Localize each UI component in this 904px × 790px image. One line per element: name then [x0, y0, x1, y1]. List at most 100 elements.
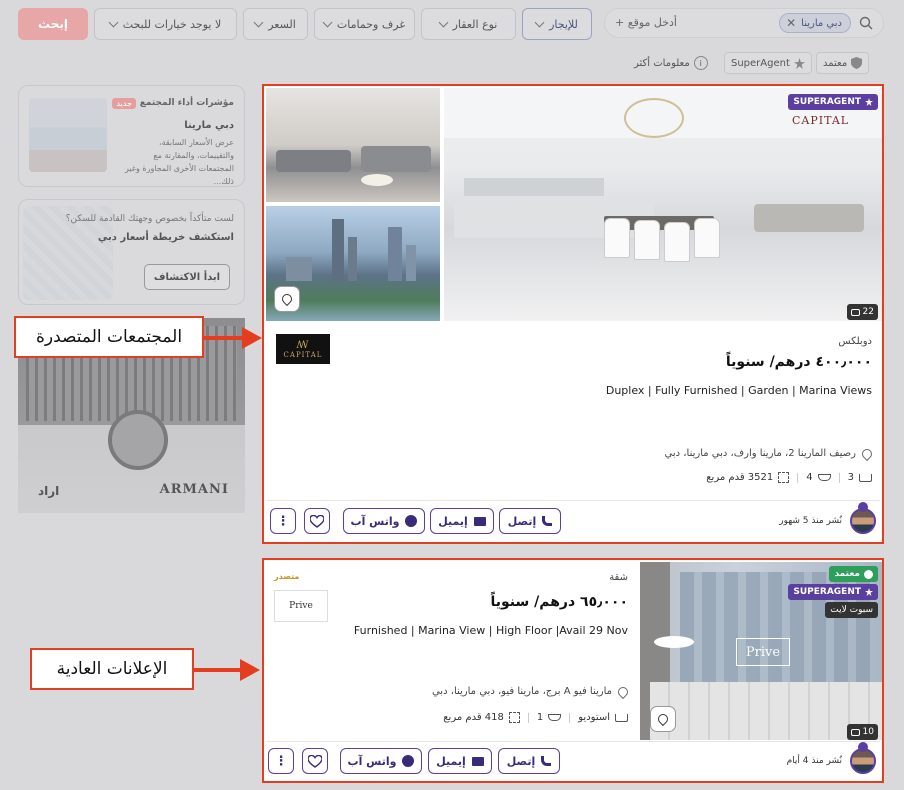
chevron-down-icon [322, 17, 333, 27]
call-button-label: إتصل [506, 754, 536, 768]
purpose-filter-label: للإيجار [549, 17, 578, 31]
search-button[interactable]: إبحث [18, 8, 88, 40]
superagent-badge: SUPERAGENT [788, 584, 878, 600]
listing-title[interactable]: Furnished | Marina View | High Floor |Av… [354, 624, 628, 637]
superagent-badge-label: SUPERAGENT [793, 587, 861, 597]
listing-specs: استوديو 1 418 قدم مربع [443, 712, 628, 723]
more-info-link[interactable]: i معلومات أكثر [634, 52, 708, 74]
location-chip-label: دبي مارينا [801, 17, 842, 29]
photo-count: 22 [846, 304, 878, 320]
new-badge: جديد [112, 98, 136, 109]
listing-main-photo[interactable]: CAPITAL SUPERAGENT 22 [444, 88, 882, 321]
email-button[interactable]: إيميل [430, 508, 494, 534]
verified-filter[interactable]: معتمد [816, 52, 870, 74]
price-filter[interactable]: السعر [243, 8, 308, 40]
map-view-button[interactable] [274, 286, 300, 312]
photo-count: 10 [846, 724, 878, 740]
listing-location: مارينا فيو A برج، مارينا فيو، دبي مارينا… [431, 684, 631, 699]
listing-photo[interactable] [266, 88, 440, 202]
whatsapp-button[interactable]: واتس آب [340, 748, 422, 774]
camera-icon [850, 728, 860, 736]
chevron-down-icon [534, 17, 545, 27]
listing-card-featured[interactable]: CAPITAL SUPERAGENT 22 ꟿ CAPITAL دوبلكس ٤٠… [262, 84, 884, 544]
superagent-badge: SUPERAGENT [788, 94, 878, 110]
location-pin-icon [655, 711, 671, 727]
community-insights-card[interactable]: مؤشرات أداء المجتمع جديد دبي مارينا عرض … [18, 85, 245, 187]
star-icon [865, 588, 873, 596]
purpose-filter[interactable]: للإيجار [522, 8, 592, 40]
listing-photo[interactable] [266, 206, 440, 321]
location-search[interactable]: ✕ دبي مارينا أدخل موقع + [604, 8, 884, 38]
close-icon[interactable]: ✕ [786, 16, 796, 30]
listing-main-photo[interactable]: Prive معتمد SUPERAGENT سبوت لايت 10 [640, 562, 882, 740]
favorite-button[interactable] [304, 508, 330, 534]
insights-description: عرض الأسعار السابقة، والتقييمات، والمقار… [124, 138, 234, 186]
whatsapp-button-label: واتس آب [347, 754, 397, 768]
whatsapp-button[interactable]: واتس آب [343, 508, 425, 534]
annotation-featured: المجتمعات المتصدرة [14, 316, 204, 358]
property-type-filter[interactable]: نوع العقار [421, 8, 516, 40]
whatsapp-icon [405, 515, 418, 527]
photo-count-label: 10 [862, 727, 874, 737]
listing-price: ٦٥٫٠٠٠ درهم/ سنوياً [490, 594, 628, 610]
listing-location-label: مارينا فيو A برج، مارينا فيو، دبي مارينا… [431, 686, 612, 697]
location-placeholder[interactable]: أدخل موقع + [615, 16, 677, 29]
beds-baths-filter-label: غرف وحمامات [336, 17, 406, 31]
email-icon [471, 756, 484, 766]
beds-count: 3 [847, 472, 854, 483]
location-chip[interactable]: ✕ دبي مارينا [779, 13, 851, 33]
more-options-filter-label: لا يوجد خيارات للبحث [122, 17, 222, 31]
call-button[interactable]: إتصل [498, 748, 560, 774]
listing-title[interactable]: Duplex | Fully Furnished | Garden | Mari… [606, 384, 872, 397]
agency-logo[interactable]: ꟿ CAPITAL [276, 334, 330, 364]
agency-logo-text: Prive [289, 601, 313, 611]
listing-card-regular[interactable]: Prive معتمد SUPERAGENT سبوت لايت 10 متصد… [262, 558, 884, 783]
beds-count: استوديو [578, 712, 610, 723]
map-promo-text: لست متأكداً بخصوص وجهتك القادمة للسكن؟ [65, 214, 234, 224]
phone-icon [542, 516, 553, 526]
superagent-filter[interactable]: SuperAgent [724, 52, 812, 74]
chevron-down-icon [253, 17, 264, 27]
map-view-button[interactable] [650, 706, 676, 732]
posted-date: نُشر منذ 5 شهور [779, 516, 842, 526]
location-pin-icon [615, 684, 631, 699]
area-icon [778, 472, 790, 483]
email-button[interactable]: إيميل [428, 748, 492, 774]
whatsapp-button-label: واتس آب [350, 514, 400, 528]
favorite-button[interactable] [302, 748, 328, 774]
start-explore-button[interactable]: ابدأ الاكتشاف [144, 264, 230, 290]
price-filter-label: السعر [268, 17, 296, 31]
map-promo-title: استكشف خريطة أسعار دبي [97, 232, 234, 243]
property-type: دوبلكس [838, 336, 872, 347]
insights-title: مؤشرات أداء المجتمع [139, 98, 234, 108]
more-options-button[interactable]: ⋮ [268, 748, 294, 774]
filter-bar: ✕ دبي مارينا أدخل موقع + للإيجار نوع الع… [0, 0, 904, 48]
property-type-filter-label: نوع العقار [452, 17, 498, 31]
listing-location-label: رصيف المارينا 2، مارينا وارف، دبي مارينا… [664, 448, 856, 459]
camera-icon [850, 308, 860, 316]
beds-baths-filter[interactable]: غرف وحمامات [314, 8, 415, 40]
insights-illustration [29, 98, 107, 172]
spotlight-badge: سبوت لايت [825, 602, 878, 618]
card-divider [266, 500, 880, 501]
heart-icon [308, 754, 322, 768]
more-vertical-icon: ⋮ [274, 753, 288, 769]
featured-tag: متصدر [274, 572, 300, 581]
location-pin-icon [859, 446, 875, 461]
bed-icon [615, 713, 628, 722]
location-pin-icon [279, 291, 295, 307]
arrow-right-icon [242, 327, 262, 349]
ad-developer-logo: اراد [38, 484, 60, 498]
heart-icon [310, 514, 324, 528]
call-button[interactable]: إتصل [499, 508, 561, 534]
check-icon [864, 569, 873, 579]
superagent-badge-label: SUPERAGENT [793, 97, 861, 107]
more-options-filter[interactable]: لا يوجد خيارات للبحث [94, 8, 237, 40]
more-info-label: معلومات أكثر [634, 57, 690, 69]
baths-count: 1 [536, 712, 544, 723]
bath-icon [817, 474, 831, 481]
agency-logo[interactable]: Prive [274, 590, 328, 622]
annotation-regular: الإعلانات العادية [30, 648, 194, 690]
more-options-button[interactable]: ⋮ [270, 508, 296, 534]
shield-icon [851, 57, 863, 69]
